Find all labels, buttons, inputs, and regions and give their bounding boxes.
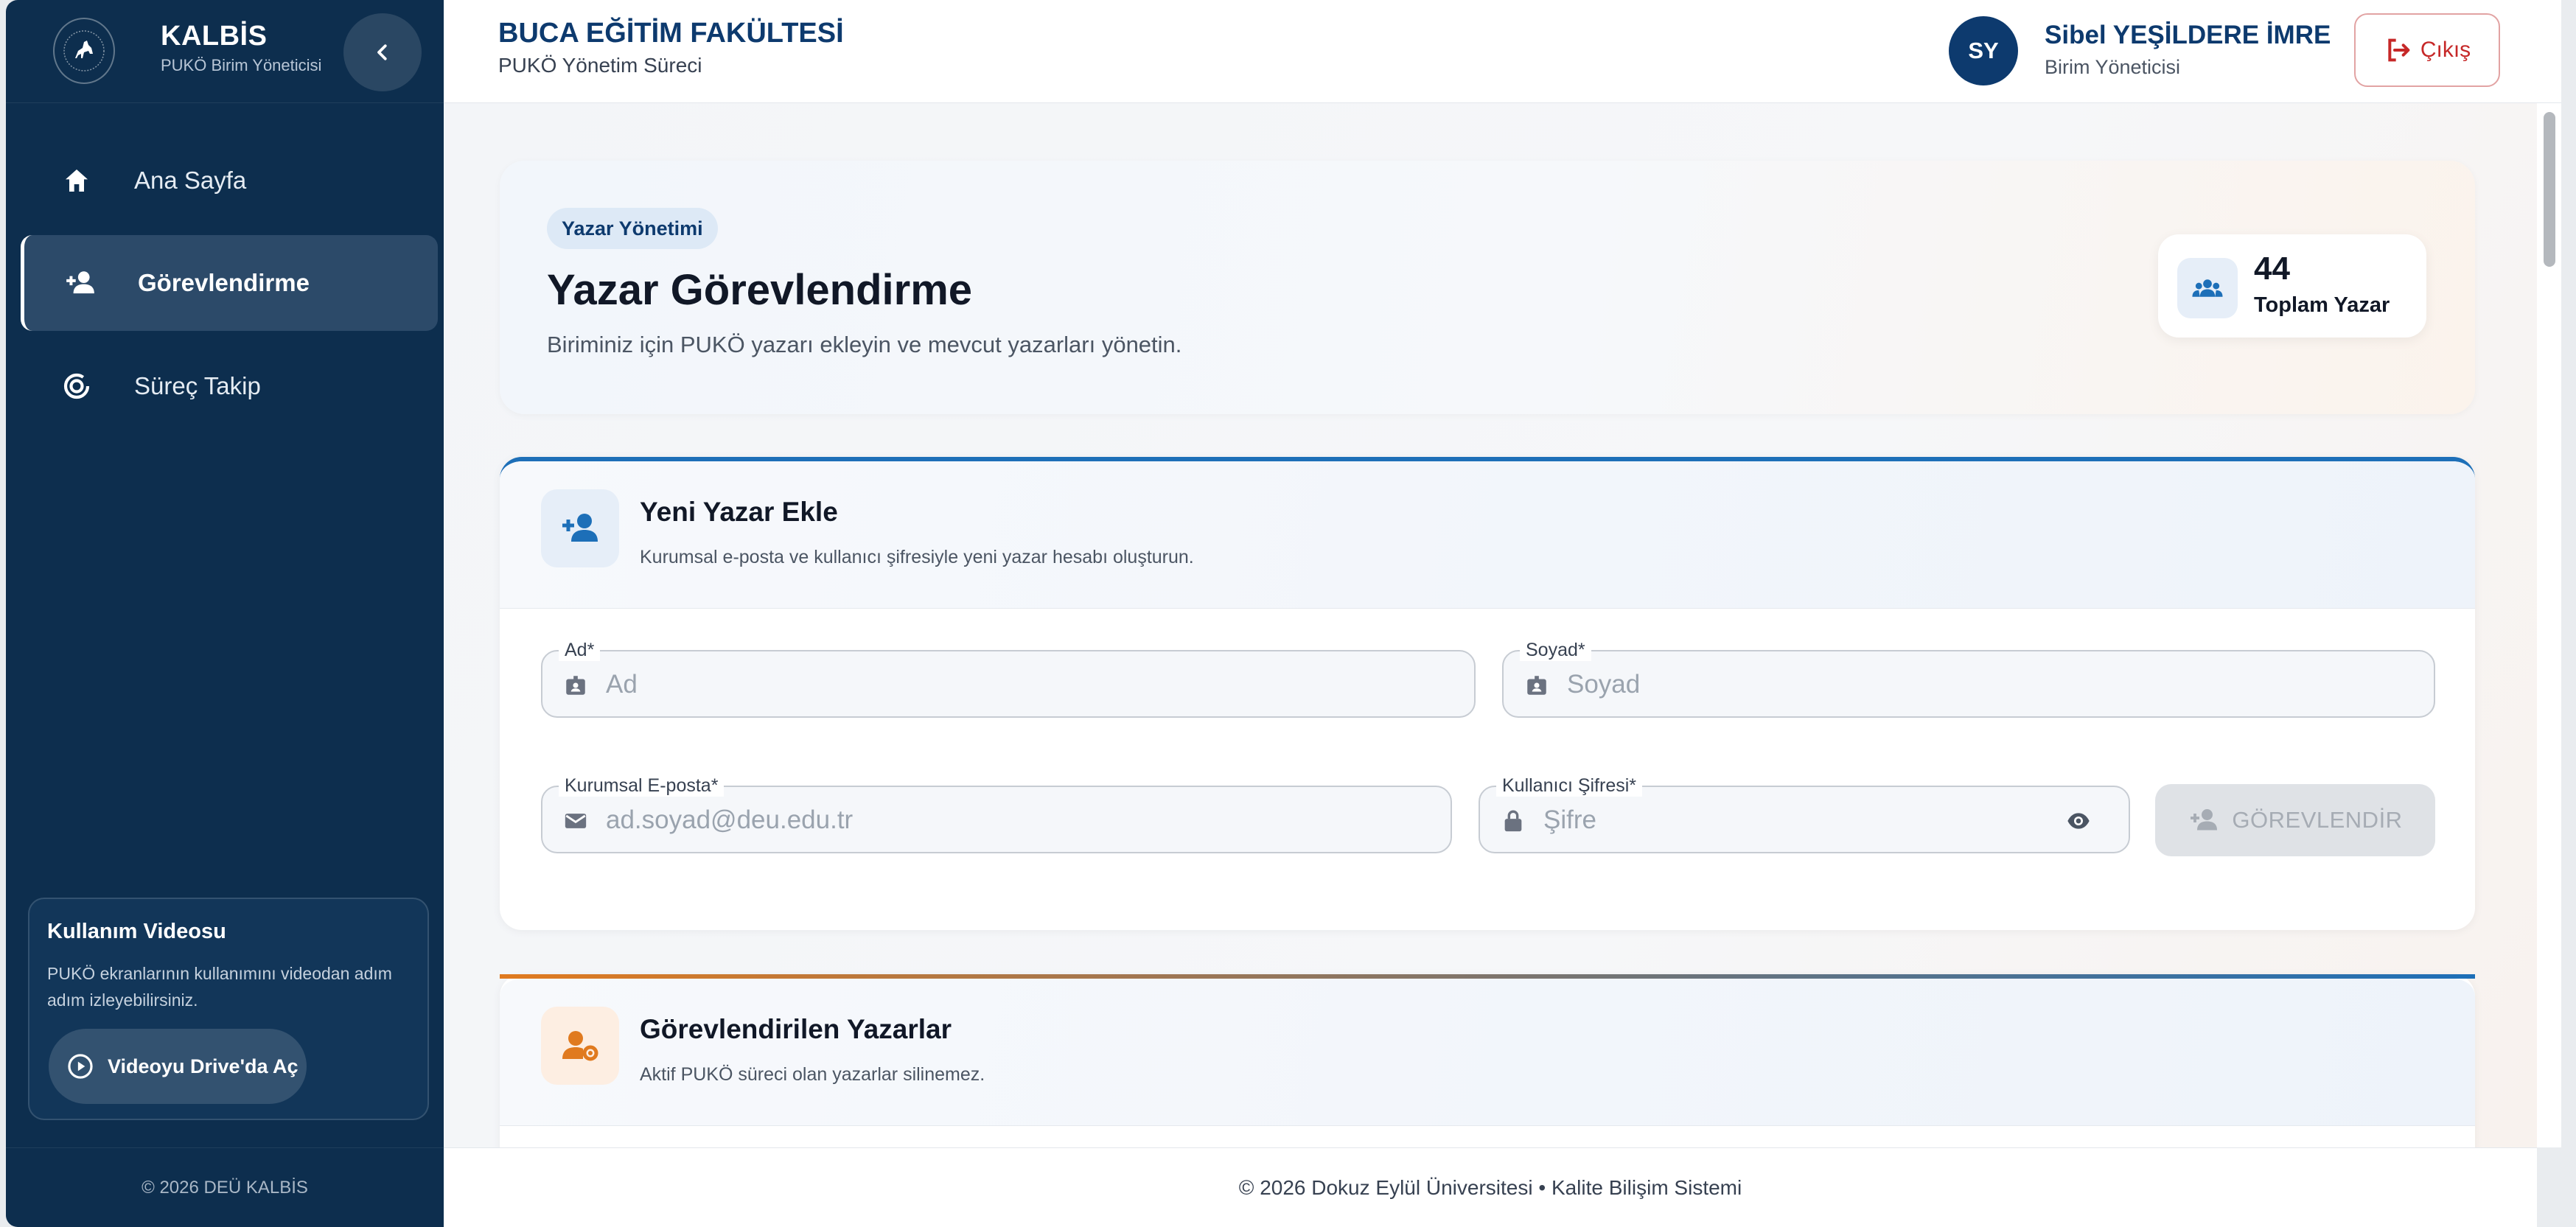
home-icon <box>55 166 99 195</box>
page-title: Yazar Görevlendirme <box>547 266 973 314</box>
person-add-icon <box>541 489 619 567</box>
first-name-input[interactable] <box>606 665 1446 705</box>
total-authors-label: Toplam Yazar <box>2254 293 2390 317</box>
mail-icon <box>563 808 588 833</box>
sidebar-header: KALBİS PUKÖ Birim Yöneticisi <box>6 0 444 103</box>
sidebar: KALBİS PUKÖ Birim Yöneticisi Ana Sayfa G… <box>6 0 444 1227</box>
nav-label: Ana Sayfa <box>134 167 247 194</box>
last-name-label: Soyad* <box>1520 639 1591 661</box>
logout-icon <box>2384 35 2413 65</box>
main-content: Yazar Yönetimi Yazar Görevlendirme Birim… <box>444 103 2537 1147</box>
app-subtitle: PUKÖ Birim Yöneticisi <box>161 56 322 74</box>
progress-icon <box>55 371 99 401</box>
nav-item-gorevlendirme[interactable]: Görevlendirme <box>21 235 438 331</box>
logout-button[interactable]: Çıkış <box>2354 13 2500 87</box>
assigned-authors-card: Görevlendirilen Yazarlar Aktif PUKÖ süre… <box>500 974 2475 1147</box>
email-field[interactable]: Kurumsal E-posta* <box>541 775 1452 853</box>
open-video-label: Videoyu Drive'da Aç <box>108 1055 299 1077</box>
first-name-field[interactable]: Ad* <box>541 639 1476 718</box>
badge-icon <box>563 673 588 698</box>
nav-label: Süreç Takip <box>134 372 261 399</box>
nav-item-ana-sayfa[interactable]: Ana Sayfa <box>21 133 438 228</box>
assigned-authors-header: Görevlendirilen Yazarlar Aktif PUKÖ süre… <box>500 979 2475 1126</box>
hero-panel: Yazar Yönetimi Yazar Görevlendirme Birim… <box>500 161 2475 414</box>
email-label: Kurumsal E-posta* <box>559 775 725 797</box>
faculty-title: BUCA EĞİTİM FAKÜLTESİ <box>498 18 844 49</box>
assign-button-label: GÖREVLENDİR <box>2232 807 2403 833</box>
badge-icon <box>1524 673 1549 698</box>
section-chip: Yazar Yönetimi <box>547 208 718 249</box>
add-author-header: Yeni Yazar Ekle Kurumsal e-posta ve kull… <box>500 461 2475 609</box>
chevron-left-icon <box>377 44 387 60</box>
horse-rider-icon <box>63 30 105 71</box>
person-add-icon <box>2188 807 2220 833</box>
assign-button[interactable]: GÖREVLENDİR <box>2155 784 2435 856</box>
top-bar: BUCA EĞİTİM FAKÜLTESİ PUKÖ Yönetim Sürec… <box>444 0 2561 103</box>
university-logo <box>53 18 115 84</box>
person-add-icon <box>58 268 102 298</box>
nav-item-surec-takip[interactable]: Süreç Takip <box>21 338 438 434</box>
password-field[interactable]: Kullanıcı Şifresi* <box>1479 775 2130 853</box>
person-settings-icon <box>541 1007 619 1085</box>
process-subtitle: PUKÖ Yönetim Süreci <box>498 54 702 77</box>
sidebar-footer: © 2026 DEÜ KALBİS <box>6 1147 444 1227</box>
add-author-subtitle: Kurumsal e-posta ve kullanıcı şifresiyle… <box>640 547 1194 567</box>
play-circle-icon <box>66 1052 94 1080</box>
main-scrollbar[interactable] <box>2537 103 2561 1147</box>
avatar[interactable]: SY <box>1949 16 2018 85</box>
nav-label: Görevlendirme <box>138 269 310 296</box>
window-edge <box>2561 0 2576 1227</box>
user-name: Sibel YEŞİLDERE İMRE <box>2045 21 2331 49</box>
collapse-sidebar-button[interactable] <box>343 13 422 91</box>
video-card-title: Kullanım Videosu <box>47 920 226 943</box>
assigned-authors-subtitle: Aktif PUKÖ süreci olan yazarlar silineme… <box>640 1064 985 1085</box>
first-name-label: Ad* <box>559 639 601 661</box>
email-input[interactable] <box>606 800 1424 840</box>
show-password-icon[interactable] <box>2064 809 2093 833</box>
video-card-description: PUKÖ ekranlarının kullanımını videodan a… <box>47 964 392 1010</box>
add-author-title: Yeni Yazar Ekle <box>640 497 838 527</box>
add-author-card: Yeni Yazar Ekle Kurumsal e-posta ve kull… <box>500 457 2475 930</box>
password-input[interactable] <box>1543 800 2015 840</box>
page-footer: © 2026 Dokuz Eylül Üniversitesi • Kalite… <box>444 1147 2537 1227</box>
total-authors-value: 44 <box>2254 251 2290 287</box>
user-role: Birim Yöneticisi <box>2045 56 2181 78</box>
page-description: Biriminiz için PUKÖ yazarı ekleyin ve me… <box>547 332 1182 357</box>
logout-label: Çıkış <box>2420 38 2471 62</box>
password-label: Kullanıcı Şifresi* <box>1496 775 1643 797</box>
usage-video-card: Kullanım Videosu PUKÖ ekranlarının kulla… <box>28 898 429 1120</box>
total-authors-stat: 44 Toplam Yazar <box>2158 234 2426 338</box>
open-video-button[interactable]: Videoyu Drive'da Aç <box>49 1029 307 1104</box>
group-icon <box>2177 258 2238 318</box>
assigned-authors-title: Görevlendirilen Yazarlar <box>640 1014 952 1044</box>
last-name-input[interactable] <box>1567 665 2407 705</box>
lock-icon <box>1501 808 1526 833</box>
last-name-field[interactable]: Soyad* <box>1502 639 2435 718</box>
scrollbar-thumb[interactable] <box>2544 112 2555 267</box>
app-title: KALBİS <box>161 21 268 52</box>
